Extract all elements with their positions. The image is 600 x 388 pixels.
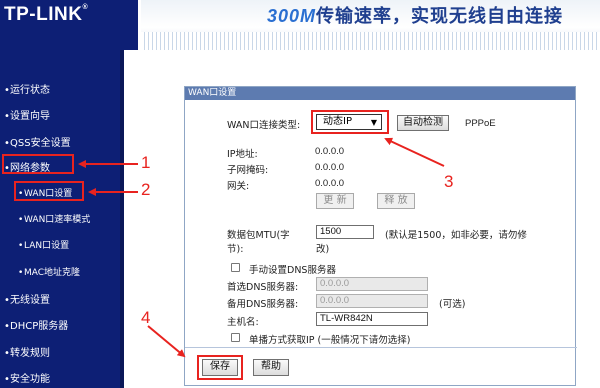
mtu-input[interactable]: 1500 xyxy=(316,225,374,239)
mask-label: 子网掩码: xyxy=(227,165,269,176)
main-content: WAN口设置 WAN口连接类型: 动态IP ▼ 自动检测 PPPoE IP地址: … xyxy=(128,50,600,388)
gateway-value: 0.0.0.0 xyxy=(315,178,345,189)
primary-dns-input[interactable]: 0.0.0.0 xyxy=(316,277,428,291)
sidebar-item-qss[interactable]: •QSS安全设置 xyxy=(4,134,71,149)
sidebar-item-label: 设置向导 xyxy=(10,111,50,122)
annotation-number-3: 3 xyxy=(444,172,454,191)
sidebar-item-status[interactable]: •运行状态 xyxy=(4,81,50,96)
sidebar: •运行状态 •设置向导 •QSS安全设置 •网络参数 •WAN口设置 •WAN口… xyxy=(0,50,124,388)
banner-text: 300M传输速率，实现无线自由连接 xyxy=(267,2,563,28)
sidebar-item-lan[interactable]: •LAN口设置 xyxy=(18,238,69,251)
mtu-label: 数据包MTU(字 xyxy=(227,230,290,241)
sidebar-item-label: 无线设置 xyxy=(10,295,50,306)
header: TP-LINK® 300M传输速率，实现无线自由连接 xyxy=(0,0,600,50)
manual-dns-label: 手动设置DNS服务器 xyxy=(249,265,336,276)
help-button[interactable]: 帮助 xyxy=(253,359,289,376)
tp-link-logo: TP-LINK® xyxy=(4,4,88,26)
sidebar-item-mac-clone[interactable]: •MAC地址克隆 xyxy=(18,265,80,278)
sidebar-item-label: WAN口速率模式 xyxy=(24,215,91,225)
ip-label: IP地址: xyxy=(227,149,258,160)
mtu-label-cont: 节): xyxy=(227,244,244,255)
sidebar-item-label: 运行状态 xyxy=(10,85,50,96)
sidebar-item-label: 安全功能 xyxy=(10,374,50,385)
sidebar-item-forwarding[interactable]: •转发规则 xyxy=(4,344,50,359)
hostname-label: 主机名: xyxy=(227,317,259,328)
panel-title: WAN口设置 xyxy=(185,87,575,100)
banner-speed: 300M xyxy=(267,6,317,26)
pppoe-text: PPPoE xyxy=(465,118,496,129)
conn-type-label: WAN口连接类型: xyxy=(227,120,301,131)
secondary-dns-label: 备用DNS服务器: xyxy=(227,299,299,310)
sidebar-item-label: MAC地址克隆 xyxy=(24,268,81,278)
optional-text: (可选) xyxy=(439,299,466,310)
sidebar-item-label: 转发规则 xyxy=(10,348,50,359)
highlight-save xyxy=(197,355,243,380)
sidebar-item-wan-speed[interactable]: •WAN口速率模式 xyxy=(18,212,90,225)
sidebar-item-wireless[interactable]: •无线设置 xyxy=(4,291,50,306)
manual-dns-checkbox[interactable] xyxy=(231,263,240,272)
banner-slogan: 传输速率，实现无线自由连接 xyxy=(316,6,564,27)
wan-settings-panel: WAN口设置 WAN口连接类型: 动态IP ▼ 自动检测 PPPoE IP地址: … xyxy=(184,86,577,386)
highlight-conn-type xyxy=(311,110,389,134)
secondary-dns-input[interactable]: 0.0.0.0 xyxy=(316,294,428,308)
logo-text: TP-LINK xyxy=(4,4,83,25)
primary-dns-label: 首选DNS服务器: xyxy=(227,282,299,293)
footer-divider xyxy=(185,347,577,348)
highlight-wan xyxy=(14,181,84,201)
sidebar-item-label: LAN口设置 xyxy=(24,241,70,251)
annotation-number-1: 1 xyxy=(141,153,151,172)
logo-registered-mark: ® xyxy=(82,4,89,11)
unicast-checkbox[interactable] xyxy=(231,333,240,342)
sidebar-item-dhcp[interactable]: •DHCP服务器 xyxy=(4,317,68,332)
annotation-number-4: 4 xyxy=(141,308,151,327)
auto-detect-button[interactable]: 自动检测 xyxy=(397,115,449,131)
renew-button[interactable]: 更 新 xyxy=(316,193,354,209)
mask-value: 0.0.0.0 xyxy=(315,162,345,173)
mtu-hint-cont: 改) xyxy=(316,244,330,255)
sidebar-item-wizard[interactable]: •设置向导 xyxy=(4,107,50,122)
sidebar-item-label: QSS安全设置 xyxy=(10,138,71,149)
unicast-label: 单播方式获取IP (一般情况下请勿选择) xyxy=(249,335,411,346)
hostname-input[interactable]: TL-WR842N xyxy=(316,312,428,326)
highlight-network xyxy=(2,154,74,174)
release-button[interactable]: 释 放 xyxy=(377,193,415,209)
annotation-number-2: 2 xyxy=(141,180,151,199)
banner: 300M传输速率，实现无线自由连接 xyxy=(138,0,600,50)
sidebar-item-label: DHCP服务器 xyxy=(10,321,69,332)
mtu-hint: (默认是1500，如非必要，请勿修 xyxy=(385,230,527,241)
gateway-label: 网关: xyxy=(227,181,250,192)
banner-stripe xyxy=(141,32,600,50)
ip-value: 0.0.0.0 xyxy=(315,146,345,157)
sidebar-item-security[interactable]: •安全功能 xyxy=(4,370,50,385)
